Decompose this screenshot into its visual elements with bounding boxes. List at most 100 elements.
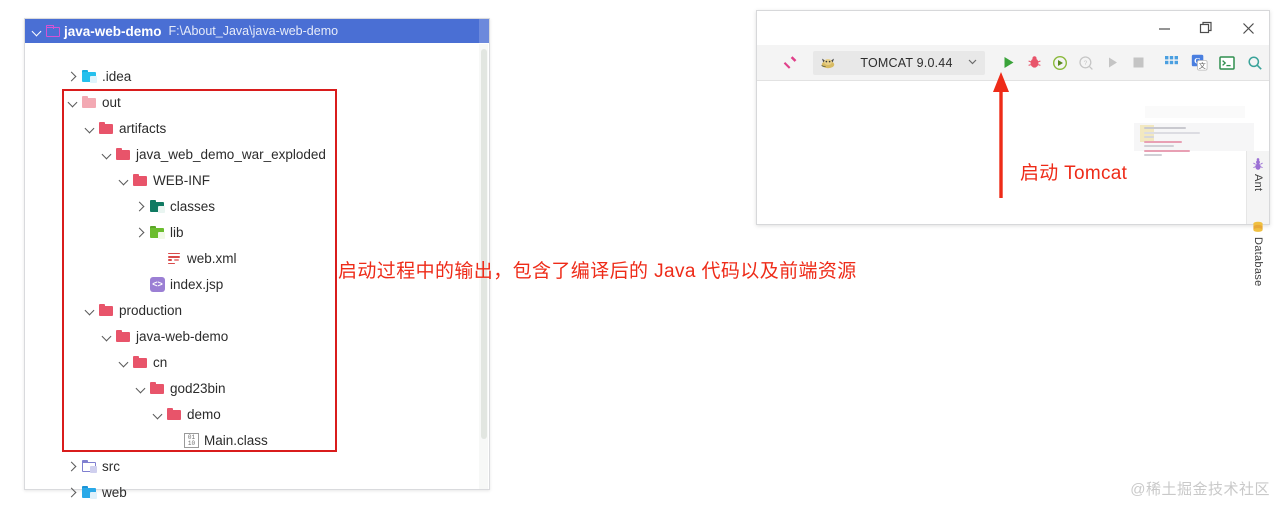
folder-pink-icon: [99, 121, 114, 135]
tree-scrollbar-thumb[interactable]: [481, 49, 487, 439]
chevron-down-icon[interactable]: [152, 408, 165, 421]
chevron-down-icon[interactable]: [31, 25, 44, 38]
chevron-right-icon[interactable]: [67, 486, 80, 499]
tree-row-label: src: [102, 458, 120, 474]
tree-row-label: god23bin: [170, 380, 226, 396]
folder-cyan-idea-icon: [82, 69, 97, 83]
tree-row[interactable]: out: [67, 91, 121, 113]
editor-ghost-header: [1145, 106, 1245, 118]
tree-row-label: web.xml: [187, 250, 237, 266]
project-path: F:\About_Java\java-web-demo: [168, 24, 339, 38]
ant-icon: [1251, 157, 1265, 171]
terminal-button[interactable]: [1213, 51, 1241, 75]
output-annotation-text: 启动过程中的输出，包含了编译后的 Java 代码以及前端资源: [338, 261, 857, 282]
project-folder-icon: [46, 24, 61, 38]
chevron-down-icon[interactable]: [101, 148, 114, 161]
tomcat-cat-icon: [820, 56, 836, 70]
class-file-icon: 01 10: [184, 432, 199, 448]
run-configuration-name: TOMCAT 9.0.44: [860, 55, 953, 70]
tool-tab-ant-label: Ant: [1252, 174, 1264, 192]
tree-row-label: .idea: [102, 68, 132, 84]
tree-row[interactable]: web: [67, 481, 127, 503]
tool-tab-database[interactable]: Database: [1247, 220, 1269, 287]
chevron-down-icon[interactable]: [84, 304, 97, 317]
chevron-down-icon[interactable]: [118, 174, 131, 187]
minimize-icon[interactable]: [1143, 13, 1185, 43]
tree-row[interactable]: src: [67, 455, 120, 477]
tree-row[interactable]: classes: [135, 195, 215, 217]
folder-source-icon: [82, 459, 97, 473]
search-button[interactable]: [1241, 51, 1269, 75]
folder-pink-icon: [133, 173, 148, 187]
tree-row[interactable]: god23bin: [135, 377, 226, 399]
folder-pink-icon: [99, 303, 114, 317]
folder-pink-light-icon: [82, 95, 97, 109]
chevron-right-icon[interactable]: [135, 226, 148, 239]
folder-pink-icon: [116, 147, 131, 161]
close-icon[interactable]: [1227, 13, 1269, 43]
restore-icon[interactable]: [1185, 13, 1227, 43]
run-with-coverage-button[interactable]: [1047, 51, 1073, 75]
tomcat-annotation-text: 启动 Tomcat: [1020, 163, 1128, 184]
tree-row[interactable]: cn: [118, 351, 167, 373]
resume-button[interactable]: [1099, 51, 1125, 75]
tree-row[interactable]: WEB-INF: [118, 169, 210, 191]
tree-row[interactable]: lib: [135, 221, 184, 243]
chevron-right-icon[interactable]: [135, 200, 148, 213]
chevron-down-icon[interactable]: [84, 122, 97, 135]
chevron-down-icon[interactable]: [67, 96, 80, 109]
chevron-right-icon[interactable]: [67, 70, 80, 83]
tree-row[interactable]: artifacts: [84, 117, 166, 139]
right-tool-window-strip: Ant Database: [1246, 151, 1269, 287]
tree-row-label: WEB-INF: [153, 172, 210, 188]
project-name: java-web-demo: [64, 23, 162, 39]
tree-row[interactable]: <> index.jsp: [135, 273, 223, 295]
tree-row-label: web: [102, 484, 127, 500]
tree-row-label: artifacts: [119, 120, 167, 136]
editor-ghost-lines: [1144, 127, 1200, 159]
tree-row[interactable]: demo: [152, 403, 221, 425]
window-titlebar: [757, 11, 1269, 45]
grid-layout-button[interactable]: [1157, 51, 1185, 75]
chevron-down-icon[interactable]: [101, 330, 114, 343]
tree-row-label: index.jsp: [170, 276, 224, 292]
chevron-down-icon[interactable]: [118, 356, 131, 369]
translate-button[interactable]: G 文: [1185, 51, 1213, 75]
folder-green-lib-icon: [150, 225, 165, 239]
tree-row[interactable]: java-web-demo: [101, 325, 228, 347]
project-tool-window: java-web-demo F:\About_Java\java-web-dem…: [24, 18, 490, 500]
folder-pink-icon: [167, 407, 182, 421]
tree-row-label: lib: [170, 224, 184, 240]
svg-text:?: ?: [1084, 60, 1088, 67]
tree-row-label: Main.class: [204, 432, 268, 448]
chevron-right-icon[interactable]: [67, 460, 80, 473]
tree-row-label: classes: [170, 198, 216, 214]
tree-row-label: java-web-demo: [136, 328, 229, 344]
tool-tab-ant[interactable]: Ant: [1247, 157, 1269, 191]
hammer-build-icon[interactable]: [781, 54, 799, 72]
project-root-row[interactable]: java-web-demo F:\About_Java\java-web-dem…: [25, 19, 489, 43]
database-icon: [1251, 220, 1265, 234]
folder-blue-web-icon: [82, 485, 97, 499]
tree-row[interactable]: java_web_demo_war_exploded: [101, 143, 326, 165]
tree-row-label: production: [119, 302, 183, 318]
tree-row-label: demo: [187, 406, 221, 422]
profile-button[interactable]: ?: [1073, 51, 1099, 75]
tree-row[interactable]: .idea: [67, 65, 131, 87]
run-configuration-selector[interactable]: TOMCAT 9.0.44: [813, 50, 985, 75]
svg-text:文: 文: [1198, 61, 1205, 70]
tool-tab-database-label: Database: [1252, 237, 1264, 287]
tree-row[interactable]: 01 10 Main.class: [169, 429, 268, 451]
tree-row[interactable]: production: [84, 299, 182, 321]
header-scroll-gap: [479, 19, 489, 43]
chevron-down-icon[interactable]: [135, 382, 148, 395]
stop-button[interactable]: [1125, 51, 1151, 75]
tree-row-label: cn: [153, 354, 168, 370]
tree-row[interactable]: web.xml: [152, 247, 237, 269]
tree-row-label: out: [102, 94, 121, 110]
folder-pink-icon: [150, 381, 165, 395]
folder-teal-classes-icon: [150, 199, 165, 213]
